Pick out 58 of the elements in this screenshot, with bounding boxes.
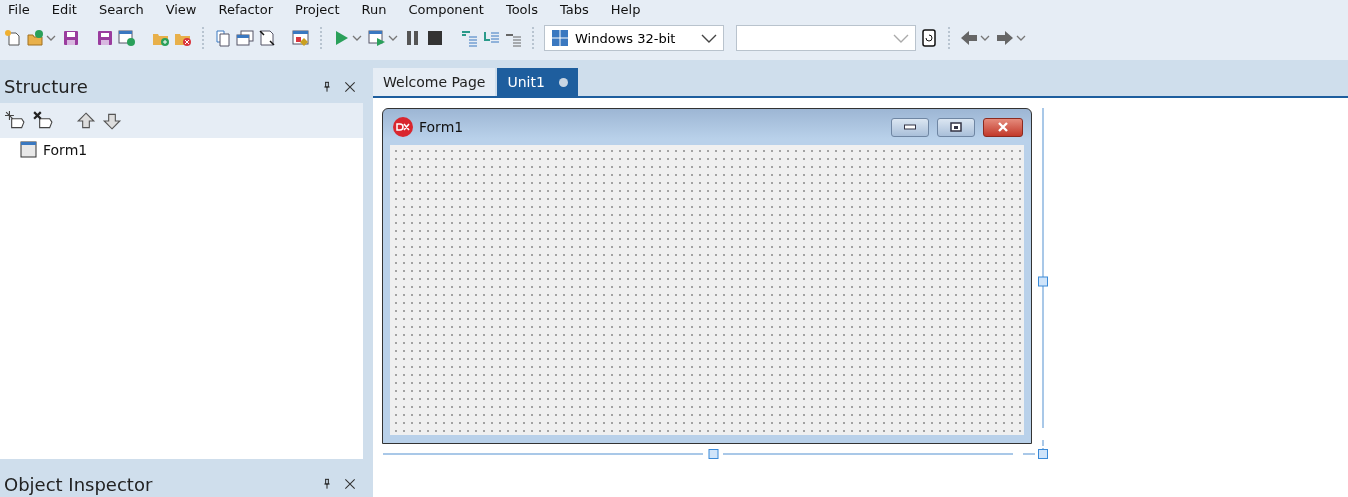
maximize-button[interactable] bbox=[937, 117, 975, 137]
menu-item[interactable]: Edit bbox=[51, 1, 77, 17]
resize-page-icon[interactable] bbox=[258, 29, 276, 47]
run-without-debug-icon[interactable] bbox=[368, 29, 386, 47]
add-item-icon[interactable] bbox=[4, 110, 26, 131]
menu-item[interactable]: View bbox=[165, 1, 197, 17]
stop-icon[interactable] bbox=[426, 29, 444, 47]
form-window[interactable]: Form1 bbox=[382, 108, 1032, 444]
chevron-down-icon bbox=[893, 33, 909, 43]
caret-icon[interactable] bbox=[46, 35, 56, 41]
panel-title: Object Inspector bbox=[4, 472, 154, 495]
editor-tab[interactable]: Unit1 bbox=[497, 68, 578, 96]
back-arrow-icon[interactable] bbox=[960, 29, 978, 47]
editor-tab[interactable]: Welcome Page bbox=[373, 68, 496, 96]
menu-item[interactable]: Project bbox=[295, 1, 340, 17]
app-logo-icon bbox=[393, 117, 413, 137]
close-icon bbox=[997, 122, 1009, 132]
chevron-down-icon bbox=[701, 33, 717, 43]
menu-item[interactable]: Refactor bbox=[218, 1, 274, 17]
new-file-icon[interactable] bbox=[4, 29, 22, 47]
caret-icon[interactable] bbox=[1016, 35, 1026, 41]
save-icon[interactable] bbox=[62, 29, 80, 47]
panel-title: Structure bbox=[4, 75, 89, 97]
forward-arrow-icon[interactable] bbox=[996, 29, 1014, 47]
open-folder-icon[interactable] bbox=[26, 29, 44, 47]
step-into-icon[interactable] bbox=[460, 29, 478, 47]
menu-item[interactable]: Tools bbox=[505, 1, 538, 17]
caret-icon[interactable] bbox=[980, 35, 990, 41]
menu-item[interactable]: File bbox=[8, 1, 30, 17]
form-icon bbox=[20, 141, 37, 158]
form-components-icon[interactable] bbox=[292, 29, 310, 47]
save-all-icon[interactable] bbox=[96, 29, 114, 47]
minimize-button[interactable] bbox=[891, 117, 929, 137]
maximize-icon bbox=[950, 122, 962, 132]
platform-dropdown[interactable]: Windows 32-bit bbox=[544, 25, 724, 51]
menu-item[interactable]: Tabs bbox=[559, 1, 589, 17]
close-icon[interactable] bbox=[343, 477, 357, 491]
window-refresh-icon[interactable] bbox=[118, 29, 136, 47]
caret-icon[interactable] bbox=[388, 35, 398, 41]
menu-item[interactable]: Component bbox=[408, 1, 484, 17]
close-button[interactable] bbox=[983, 117, 1023, 137]
device-rotate-icon[interactable] bbox=[920, 29, 938, 47]
tree-item-label: Form1 bbox=[43, 141, 88, 158]
arrow-up-icon[interactable] bbox=[76, 110, 96, 131]
close-icon[interactable] bbox=[343, 79, 357, 94]
tree-item[interactable]: Form1 bbox=[20, 141, 88, 158]
caret-icon[interactable] bbox=[352, 35, 362, 41]
windows-icon[interactable] bbox=[236, 29, 254, 47]
menu-item[interactable]: Help bbox=[610, 1, 641, 17]
form-title: Form1 bbox=[419, 119, 465, 135]
copy-pages-icon[interactable] bbox=[214, 29, 232, 47]
minimize-icon bbox=[904, 124, 916, 130]
menu-item[interactable]: Search bbox=[98, 1, 144, 17]
menu-item[interactable]: Run bbox=[361, 1, 387, 17]
windows-logo-icon bbox=[551, 29, 569, 47]
pin-icon[interactable] bbox=[321, 79, 333, 94]
delete-item-icon[interactable] bbox=[32, 110, 54, 131]
pin-icon[interactable] bbox=[321, 477, 333, 491]
